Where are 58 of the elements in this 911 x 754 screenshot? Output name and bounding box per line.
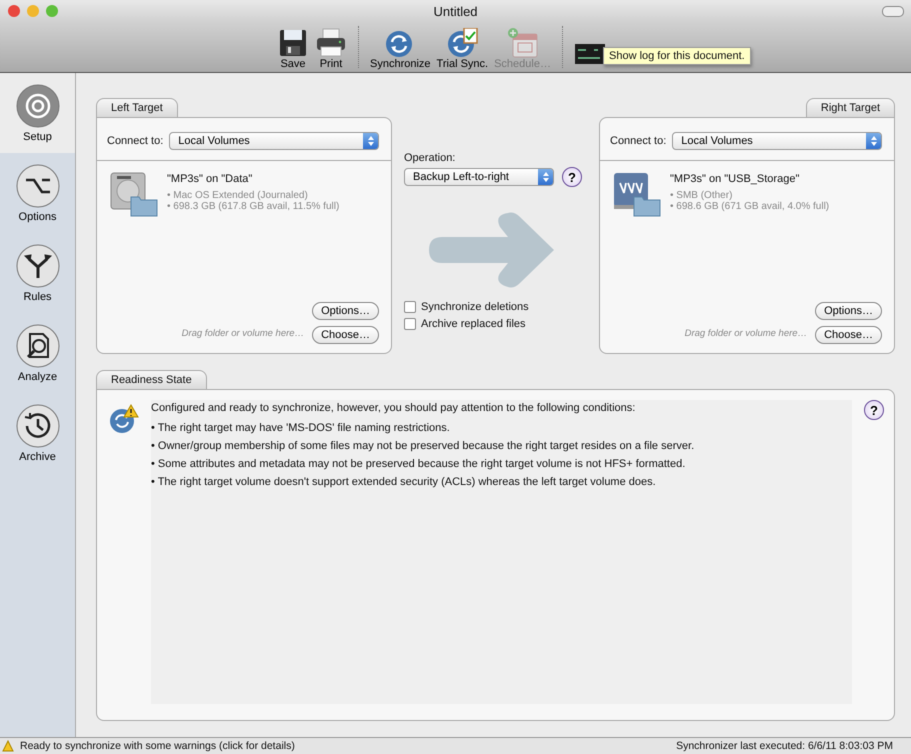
zoom-button[interactable] [46,5,58,17]
sidebar-item[interactable]: Archive [0,393,75,473]
toolbar-toggle-button[interactable] [882,6,904,16]
operation-label: Operation: [404,152,456,164]
print-toolbar-button[interactable]: Print [312,28,350,72]
warning-icon [2,740,14,752]
last-executed-text: Synchronizer last executed: 6/6/11 8:03:03 PM [676,740,893,752]
window-title: Untitled [433,4,478,18]
panel-button[interactable]: Choose… [815,326,882,344]
volume-detail: • 698.6 GB (671 GB avail, 4.0% full) [670,201,830,212]
condition-item: • The right target volume doesn't support extended security (ACLs) whereas the left target volume does. [151,476,657,488]
volume-detail: • SMB (Other) [670,190,734,201]
condition-item: • The right target may have 'MS-DOS' file naming restrictions. [151,422,451,434]
operation-dropdown[interactable]: Backup Left-to-right [404,168,554,186]
panel-button[interactable]: Choose… [312,326,379,344]
panel-button[interactable]: Options… [312,302,379,320]
connect-label: Connect to: [610,135,666,147]
sync-warning-icon [109,404,139,434]
condition-item: • Owner/group membership of some files may not be preserved because the right target resides on a file server. [151,440,696,452]
readiness-message: Configured and ready to synchronize, however, you should pay attention to the following conditions: [151,402,636,414]
checkbox-option[interactable]: Synchronize deletions [404,301,589,313]
status-message[interactable]: Ready to synchronize with some warnings (click for details) [2,740,295,752]
help-button[interactable]: ? [562,167,582,187]
sync-arrows-icon [386,31,412,57]
drop-hint: Drag folder or volume here… [684,328,808,339]
volume-name: "MP3s" on "USB_Storage" [670,173,800,185]
checkbox-option[interactable]: Archive replaced files [404,318,589,330]
terminal-log-icon [574,44,605,64]
calendar-icon [508,28,538,58]
connect-label: Connect to: [107,135,164,147]
magnifier-document-icon [14,323,60,369]
panel-button[interactable]: Options… [815,302,882,320]
volume-name: "MP3s" on "Data" [167,173,254,185]
printer-icon [317,28,345,56]
option-key-icon [14,163,60,209]
sidebar-item[interactable]: Rules [0,233,75,313]
save-toolbar-button[interactable]: Save [274,28,312,72]
volume-detail: • Mac OS Extended (Journaled) [167,190,309,201]
fork-arrows-icon [14,243,60,289]
condition-item: • Some attributes and metadata may not be preserved because the right target volume is not HFS+ formatted. [151,458,686,470]
sync-checklist-icon [448,28,478,57]
connect-dropdown[interactable]: Local Volumes [672,132,882,150]
up-down-arrows-icon [542,171,550,183]
up-down-arrows-icon [366,135,374,147]
target-circle-icon [14,83,60,129]
up-down-arrows-icon [870,135,878,147]
trial-toolbar-button[interactable]: Trial Sync. [434,28,492,72]
close-button[interactable] [8,5,20,17]
network-volume-folder-icon [612,171,662,217]
connect-dropdown[interactable]: Local Volumes [169,132,379,150]
help-button[interactable]: ? [864,400,884,420]
hard-drive-folder-icon [109,171,159,217]
volume-detail: • 698.3 GB (617.8 GB avail, 11.5% full) [167,201,340,212]
sync-toolbar-button[interactable]: Synchronize [367,28,434,72]
sidebar-item[interactable]: Analyze [0,313,75,393]
sidebar-item[interactable]: Options [0,153,75,233]
tooltip: Show log for this document. [603,47,751,65]
drop-hint: Drag folder or volume here… [182,328,304,339]
